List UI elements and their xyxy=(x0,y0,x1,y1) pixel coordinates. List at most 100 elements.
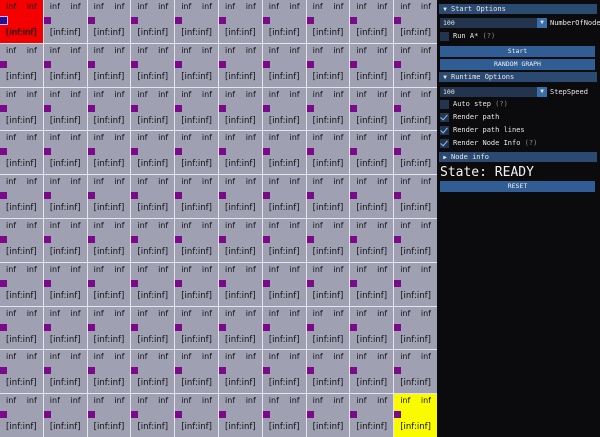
help-icon[interactable]: (?) xyxy=(525,139,538,147)
graph-node-cell[interactable]: inf inf [inf:inf] xyxy=(350,394,394,437)
graph-node-cell[interactable]: inf inf [inf:inf] xyxy=(175,306,218,350)
graph-node-cell[interactable]: inf inf [inf:inf] xyxy=(43,218,87,262)
graph-node-cell[interactable]: inf inf [inf:inf] xyxy=(394,131,437,175)
graph-node-cell[interactable]: inf inf [inf:inf] xyxy=(262,131,306,175)
node-info-header[interactable]: ▶ Node info xyxy=(439,152,597,162)
graph-node-cell[interactable]: inf inf [inf:inf] xyxy=(218,350,262,394)
step-speed-combo[interactable]: 100 ▼ xyxy=(440,87,547,97)
start-button[interactable]: Start xyxy=(440,46,595,57)
graph-node-cell[interactable]: inf inf [inf:inf] xyxy=(350,175,394,218)
graph-node-cell[interactable]: inf inf [inf:inf] xyxy=(306,306,350,350)
graph-node-cell[interactable]: inf inf [inf:inf] xyxy=(0,43,43,87)
graph-node-cell[interactable]: inf inf [inf:inf] xyxy=(262,218,306,262)
render-path-checkbox[interactable] xyxy=(440,113,449,122)
graph-node-cell[interactable]: inf inf [inf:inf] xyxy=(131,262,175,306)
help-icon[interactable]: (?) xyxy=(495,100,508,108)
graph-node-cell[interactable]: inf inf [inf:inf] xyxy=(175,218,218,262)
graph-node-cell[interactable]: inf inf [inf:inf] xyxy=(87,394,131,437)
graph-node-cell[interactable]: inf inf [inf:inf] xyxy=(175,131,218,175)
graph-node-cell[interactable]: inf inf [inf:inf] xyxy=(306,87,350,131)
end-node-cell[interactable]: inf inf [inf:inf] xyxy=(394,394,437,437)
graph-node-cell[interactable]: inf inf [inf:inf] xyxy=(394,43,437,87)
graph-node-cell[interactable]: inf inf [inf:inf] xyxy=(0,131,43,175)
graph-node-cell[interactable]: inf inf [inf:inf] xyxy=(218,394,262,437)
runtime-options-header[interactable]: ▼ Runtime Options xyxy=(439,72,597,82)
graph-node-cell[interactable]: inf inf [inf:inf] xyxy=(262,0,306,43)
graph-node-cell[interactable]: inf inf [inf:inf] xyxy=(175,394,218,437)
graph-node-cell[interactable]: inf inf [inf:inf] xyxy=(218,306,262,350)
graph-node-cell[interactable]: inf inf [inf:inf] xyxy=(87,43,131,87)
number-of-nodes-combo[interactable]: 100 ▼ xyxy=(440,18,547,28)
graph-node-cell[interactable]: inf inf [inf:inf] xyxy=(0,87,43,131)
graph-node-cell[interactable]: inf inf [inf:inf] xyxy=(43,394,87,437)
start-options-header[interactable]: ▼ Start Options xyxy=(439,4,597,14)
graph-node-cell[interactable]: inf inf [inf:inf] xyxy=(87,131,131,175)
graph-node-cell[interactable]: inf inf [inf:inf] xyxy=(43,175,87,218)
graph-node-cell[interactable]: inf inf [inf:inf] xyxy=(175,0,218,43)
graph-node-cell[interactable]: inf inf [inf:inf] xyxy=(262,394,306,437)
graph-node-cell[interactable]: inf inf [inf:inf] xyxy=(394,218,437,262)
graph-node-cell[interactable]: inf inf [inf:inf] xyxy=(350,131,394,175)
graph-node-cell[interactable]: inf inf [inf:inf] xyxy=(175,87,218,131)
graph-node-cell[interactable]: inf inf [inf:inf] xyxy=(87,262,131,306)
graph-node-cell[interactable]: inf inf [inf:inf] xyxy=(394,306,437,350)
graph-node-cell[interactable]: inf inf [inf:inf] xyxy=(262,43,306,87)
graph-node-cell[interactable]: inf inf [inf:inf] xyxy=(0,262,43,306)
graph-node-cell[interactable]: inf inf [inf:inf] xyxy=(0,350,43,394)
graph-node-cell[interactable]: inf inf [inf:inf] xyxy=(43,306,87,350)
graph-node-cell[interactable]: inf inf [inf:inf] xyxy=(43,350,87,394)
graph-node-cell[interactable]: inf inf [inf:inf] xyxy=(218,87,262,131)
graph-node-cell[interactable]: inf inf [inf:inf] xyxy=(350,218,394,262)
graph-node-cell[interactable]: inf inf [inf:inf] xyxy=(306,218,350,262)
graph-node-cell[interactable]: inf inf [inf:inf] xyxy=(306,175,350,218)
render-node-info-checkbox[interactable] xyxy=(440,139,449,148)
graph-node-cell[interactable]: inf inf [inf:inf] xyxy=(306,394,350,437)
graph-node-cell[interactable]: inf inf [inf:inf] xyxy=(131,0,175,43)
graph-node-cell[interactable]: inf inf [inf:inf] xyxy=(0,306,43,350)
dropdown-arrow-icon[interactable]: ▼ xyxy=(537,18,547,28)
graph-node-cell[interactable]: inf inf [inf:inf] xyxy=(350,262,394,306)
start-node-cell[interactable]: inf inf [inf:inf] xyxy=(0,0,43,43)
graph-node-cell[interactable]: inf inf [inf:inf] xyxy=(0,394,43,437)
graph-node-cell[interactable]: inf inf [inf:inf] xyxy=(131,350,175,394)
auto-step-checkbox[interactable] xyxy=(440,100,449,109)
graph-node-cell[interactable]: inf inf [inf:inf] xyxy=(350,0,394,43)
graph-node-cell[interactable]: inf inf [inf:inf] xyxy=(0,218,43,262)
graph-node-cell[interactable]: inf inf [inf:inf] xyxy=(175,43,218,87)
graph-node-cell[interactable]: inf inf [inf:inf] xyxy=(394,350,437,394)
graph-node-cell[interactable]: inf inf [inf:inf] xyxy=(350,87,394,131)
graph-node-cell[interactable]: inf inf [inf:inf] xyxy=(394,262,437,306)
graph-node-cell[interactable]: inf inf [inf:inf] xyxy=(131,43,175,87)
graph-node-cell[interactable]: inf inf [inf:inf] xyxy=(262,306,306,350)
graph-node-cell[interactable]: inf inf [inf:inf] xyxy=(43,0,87,43)
graph-node-cell[interactable]: inf inf [inf:inf] xyxy=(87,87,131,131)
graph-node-cell[interactable]: inf inf [inf:inf] xyxy=(87,306,131,350)
graph-node-cell[interactable]: inf inf [inf:inf] xyxy=(350,350,394,394)
graph-node-cell[interactable]: inf inf [inf:inf] xyxy=(350,306,394,350)
graph-grid[interactable]: inf inf [inf:inf] inf inf [inf:inf] inf inf [inf… xyxy=(0,0,437,437)
graph-node-cell[interactable]: inf inf [inf:inf] xyxy=(131,394,175,437)
graph-node-cell[interactable]: inf inf [inf:inf] xyxy=(394,175,437,218)
graph-node-cell[interactable]: inf inf [inf:inf] xyxy=(262,175,306,218)
help-icon[interactable]: (?) xyxy=(483,32,496,40)
random-graph-button[interactable]: RANDOM GRAPH xyxy=(440,59,595,70)
graph-node-cell[interactable]: inf inf [inf:inf] xyxy=(43,262,87,306)
graph-node-cell[interactable]: inf inf [inf:inf] xyxy=(306,131,350,175)
graph-node-cell[interactable]: inf inf [inf:inf] xyxy=(394,87,437,131)
graph-node-cell[interactable]: inf inf [inf:inf] xyxy=(43,87,87,131)
graph-node-cell[interactable]: inf inf [inf:inf] xyxy=(218,175,262,218)
graph-node-cell[interactable]: inf inf [inf:inf] xyxy=(131,87,175,131)
graph-node-cell[interactable]: inf inf [inf:inf] xyxy=(87,175,131,218)
graph-node-cell[interactable]: inf inf [inf:inf] xyxy=(218,262,262,306)
graph-node-cell[interactable]: inf inf [inf:inf] xyxy=(306,262,350,306)
graph-node-cell[interactable]: inf inf [inf:inf] xyxy=(306,0,350,43)
graph-node-cell[interactable]: inf inf [inf:inf] xyxy=(131,306,175,350)
graph-node-cell[interactable]: inf inf [inf:inf] xyxy=(43,131,87,175)
graph-node-cell[interactable]: inf inf [inf:inf] xyxy=(350,43,394,87)
graph-node-cell[interactable]: inf inf [inf:inf] xyxy=(218,43,262,87)
graph-node-cell[interactable]: inf inf [inf:inf] xyxy=(87,0,131,43)
graph-node-cell[interactable]: inf inf [inf:inf] xyxy=(218,131,262,175)
graph-node-cell[interactable]: inf inf [inf:inf] xyxy=(131,218,175,262)
graph-node-cell[interactable]: inf inf [inf:inf] xyxy=(262,350,306,394)
graph-node-cell[interactable]: inf inf [inf:inf] xyxy=(262,87,306,131)
